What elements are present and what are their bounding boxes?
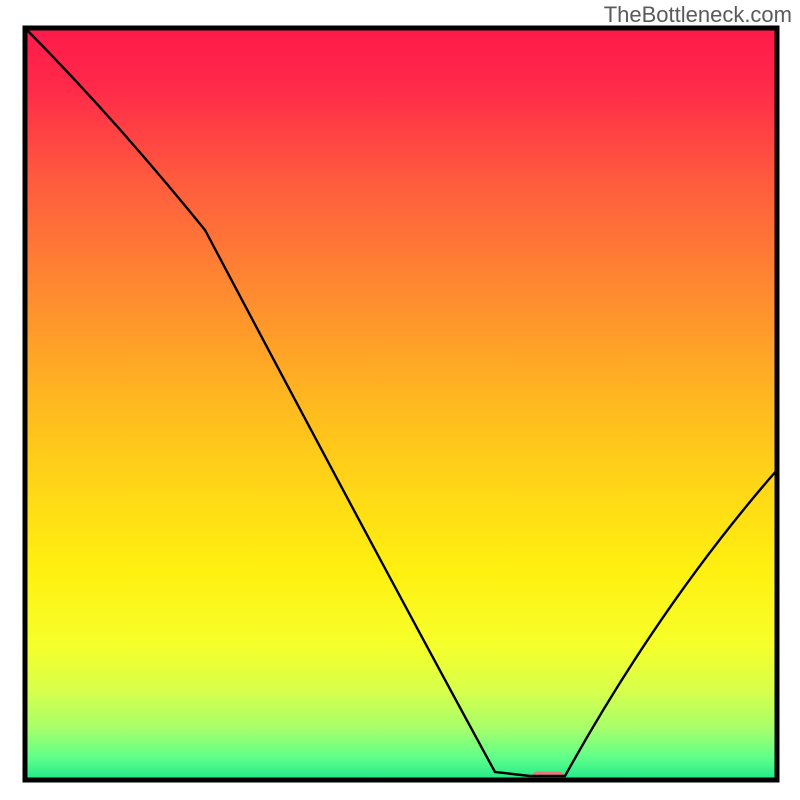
plot-background	[25, 28, 777, 780]
bottleneck-chart: TheBottleneck.com	[0, 0, 800, 800]
chart-svg	[0, 0, 800, 800]
watermark-text: TheBottleneck.com	[604, 2, 792, 28]
